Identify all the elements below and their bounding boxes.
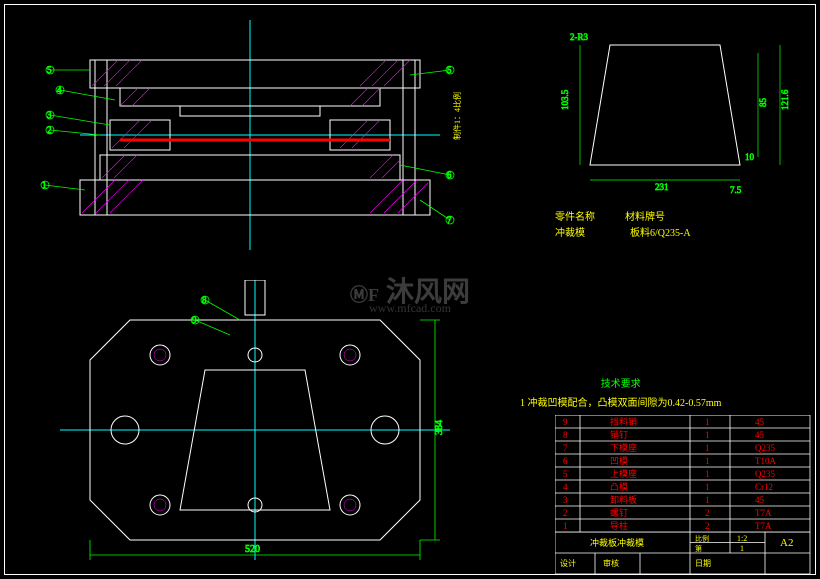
sheet-value: 1: [740, 544, 744, 553]
svg-text:1: 1: [705, 430, 710, 440]
svg-text:1: 1: [705, 456, 710, 466]
svg-text:1: 1: [705, 495, 710, 505]
svg-text:2: 2: [563, 508, 568, 518]
svg-text:Q235: Q235: [755, 443, 775, 453]
svg-text:T7A: T7A: [755, 508, 772, 518]
dim-75: 7.5: [730, 185, 742, 195]
svg-text:凹模: 凹模: [610, 456, 628, 466]
tech-req-title: 技术要求: [520, 375, 721, 390]
svg-text:1: 1: [705, 417, 710, 427]
svg-text:凸模: 凸模: [610, 482, 628, 492]
svg-text:销钉: 销钉: [610, 429, 628, 440]
part-name: 冲裁模: [555, 226, 585, 242]
scale-label: 比例: [695, 534, 709, 543]
svg-text:Cr12: Cr12: [755, 482, 773, 492]
tech-requirements: 技术要求 1 冲裁凹模配合，凸模双面间隙为0.42-0.57mm: [520, 375, 721, 409]
section-scale-label: 制件1：4比例: [452, 92, 462, 140]
dim-2r3: 2-R3: [570, 32, 589, 42]
svg-text:1: 1: [563, 521, 568, 531]
svg-text:卸料板: 卸料板: [610, 494, 637, 505]
svg-text:导柱: 导柱: [610, 520, 628, 531]
dim-231: 231: [655, 182, 669, 192]
leader-7: 7: [447, 215, 452, 225]
svg-text:45: 45: [755, 417, 765, 427]
dim-384: 384: [434, 420, 445, 435]
svg-text:4: 4: [563, 482, 568, 492]
section-view: 5 3 2 1 5 6 7 4 制件1：4比例: [20, 20, 480, 250]
leader-2: 2: [47, 125, 52, 135]
svg-text:5: 5: [563, 469, 568, 479]
title-block: 冲裁板冲裁模 比例 1:2 第 1 A2 设计 审核 日期: [555, 532, 815, 574]
svg-text:45: 45: [755, 495, 765, 505]
svg-text:2: 2: [705, 521, 710, 531]
sheet-label: 第: [695, 544, 702, 553]
audit-label: 审核: [603, 558, 619, 568]
leader-3: 3: [47, 110, 52, 120]
svg-text:下模座: 下模座: [610, 442, 637, 453]
dim-1216: 121.6: [780, 89, 790, 110]
plan-view: 8 9 520 384: [30, 280, 480, 570]
design-label: 设计: [560, 558, 576, 568]
leader-9: 9: [192, 315, 197, 325]
dim-10: 10: [745, 152, 755, 162]
date-label: 日期: [695, 559, 711, 568]
format-value: A2: [780, 537, 793, 549]
part-name-label: 零件名称: [555, 210, 595, 226]
svg-text:1: 1: [705, 482, 710, 492]
svg-text:上模座: 上模座: [610, 468, 637, 479]
leader-5: 5: [47, 65, 52, 75]
scale-value: 1:2: [737, 534, 747, 543]
svg-text:1: 1: [705, 469, 710, 479]
leader-1: 1: [42, 180, 47, 190]
part-material-label: 材料牌号: [625, 210, 665, 226]
svg-text:45: 45: [755, 430, 765, 440]
part-info-block: 零件名称 材料牌号 冲裁模 板料6/Q235-A: [555, 210, 691, 242]
svg-text:T10A: T10A: [755, 456, 776, 466]
leader-5b: 5: [447, 65, 452, 75]
svg-text:6: 6: [563, 456, 568, 466]
svg-text:螺钉: 螺钉: [610, 508, 628, 518]
tech-req-item1: 1 冲裁凹模配合，凸模双面间隙为0.42-0.57mm: [520, 394, 721, 409]
svg-text:Q235: Q235: [755, 469, 775, 479]
leader-4: 4: [57, 85, 62, 95]
svg-text:挡料销: 挡料销: [610, 416, 637, 427]
svg-text:T7A: T7A: [755, 521, 772, 531]
svg-text:1: 1: [705, 443, 710, 453]
leader-6: 6: [447, 170, 452, 180]
svg-text:8: 8: [563, 430, 568, 440]
dim-520: 520: [245, 544, 260, 555]
leader-8: 8: [202, 295, 207, 305]
dim-1035: 103.5: [560, 89, 570, 110]
dim-85: 85: [758, 98, 768, 108]
svg-text:2: 2: [705, 508, 710, 518]
svg-text:3: 3: [563, 495, 568, 505]
svg-text:9: 9: [563, 417, 568, 427]
part-material: 板料6/Q235-A: [630, 226, 691, 242]
part-profile: 2-R3 103.5 85 121.6 231 7.5 10: [540, 25, 800, 205]
drawing-title: 冲裁板冲裁模: [590, 537, 644, 548]
svg-text:7: 7: [563, 443, 568, 453]
bom-table: 9 挡料销 1 45 8 销钉 1 45 7 下模座 1 Q235 6 凹模 1 T10A 5 上模座 1 Q235 4…: [555, 415, 815, 533]
